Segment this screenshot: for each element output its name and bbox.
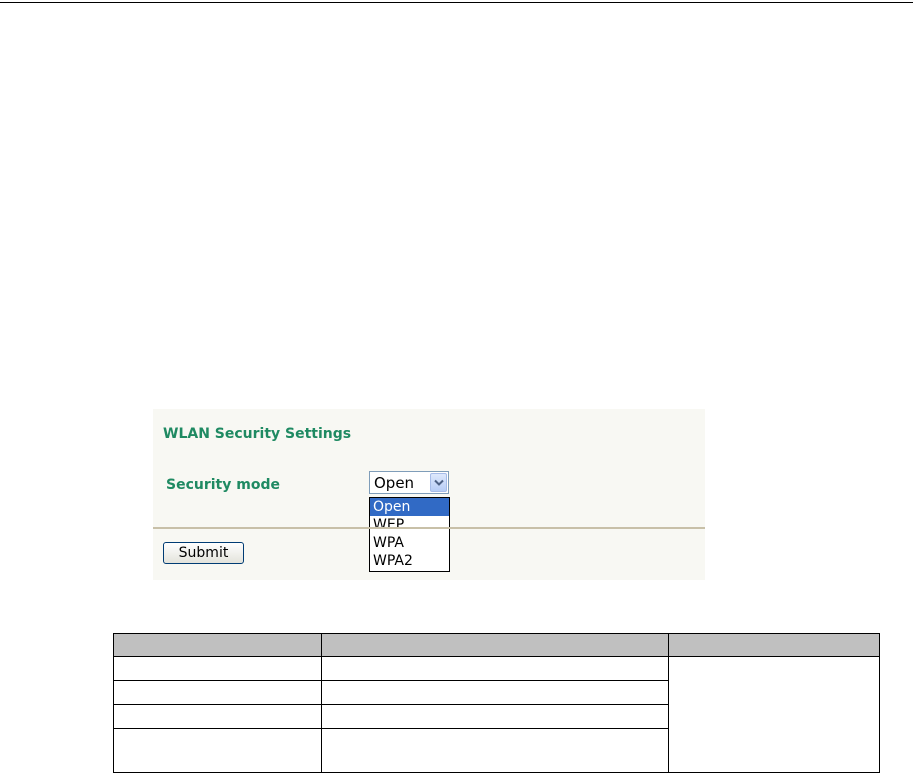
table-cell [320,728,670,773]
wlan-security-settings-panel: WLAN Security Settings Security mode Ope… [153,409,705,580]
settings-table [113,633,880,773]
table-header-cell [113,633,322,657]
table-header-row [113,633,880,657]
dropdown-arrow-button[interactable] [430,473,447,492]
panel-divider [153,527,705,529]
table-cell [113,704,322,729]
table-row [113,656,880,773]
table-header-cell [320,633,670,657]
table-cell [320,656,670,681]
table-cell [113,728,322,773]
table-cell [113,656,322,681]
panel-title: WLAN Security Settings [163,426,352,442]
security-mode-selected-value: Open [374,474,415,492]
security-mode-label: Security mode [166,477,280,493]
table-cell [320,680,670,705]
table-cell [113,680,322,705]
option-wep[interactable]: WEP [370,516,449,534]
option-wpa2[interactable]: WPA2 [370,552,449,570]
table-merged-cell [668,656,880,773]
table-header-cell [668,633,880,657]
security-mode-select[interactable]: Open [369,471,449,494]
table-cell [320,704,670,729]
chevron-down-icon [434,479,444,486]
security-mode-dropdown-list: Open WEP WPA WPA2 [369,497,450,572]
option-open[interactable]: Open [370,498,449,516]
page-top-rule [0,2,913,3]
option-wpa[interactable]: WPA [370,534,449,552]
submit-button[interactable]: Submit [163,542,244,564]
